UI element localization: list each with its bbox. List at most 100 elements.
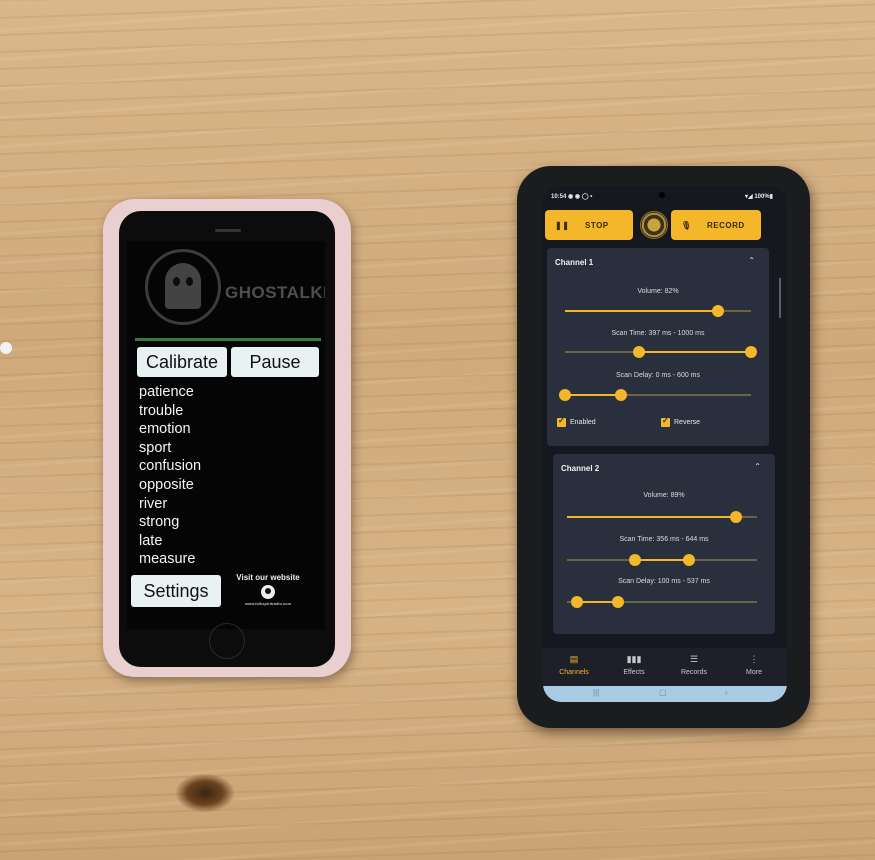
settings-button[interactable]: Settings — [131, 575, 221, 607]
ghostalker-screen: GHOSTALKER Calibrate Pause patience trou… — [127, 241, 325, 629]
tab-channels[interactable]: ▤ Channels — [549, 654, 599, 676]
stop-button[interactable]: ❚❚ STOP — [545, 210, 633, 240]
tab-records[interactable]: ☰ Records — [669, 654, 719, 676]
scan-time-min-thumb[interactable] — [628, 554, 641, 566]
scan-delay-slider[interactable] — [567, 596, 757, 608]
stop-label: STOP — [585, 221, 609, 230]
microphone-icon: 🎙 — [681, 221, 692, 230]
scan-time-label: Scan Time: 356 ms - 644 ms — [619, 536, 709, 543]
left-phone-body: GHOSTALKER Calibrate Pause patience trou… — [119, 211, 335, 667]
brand-name: GHOSTALKER — [225, 283, 325, 302]
list-item: opposite — [139, 476, 194, 493]
enabled-checkbox[interactable] — [557, 416, 566, 427]
earpiece-speaker — [215, 229, 241, 232]
scan-delay-label: Scan Delay: 100 ms - 537 ms — [618, 578, 710, 585]
scan-time-slider[interactable] — [567, 554, 757, 566]
scan-time-max-thumb[interactable] — [683, 554, 696, 566]
home-icon[interactable]: ▢ — [659, 688, 667, 697]
front-camera — [659, 192, 665, 198]
list-item: patience — [139, 384, 194, 400]
scan-delay-min-thumb[interactable] — [559, 389, 571, 401]
app-emblem-icon[interactable] — [640, 211, 668, 239]
channel-2-panel: Channel 2 ⌃ Volume: 89% Scan Time: 356 m… — [553, 454, 775, 634]
enabled-label: Enabled — [570, 419, 596, 426]
scan-delay-fill — [565, 394, 621, 396]
list-item: river — [139, 495, 168, 512]
scan-delay-slider[interactable] — [559, 389, 751, 401]
volume-thumb[interactable] — [711, 305, 724, 317]
back-icon[interactable]: ‹ — [725, 688, 728, 697]
word-list: patience trouble emotion sport confusion… — [139, 383, 201, 569]
chevron-up-icon[interactable]: ⌃ — [754, 462, 761, 471]
list-item: trouble — [139, 402, 184, 419]
channel-title: Channel 1 — [555, 258, 594, 267]
list-item: measure — [139, 551, 196, 568]
scan-time-max-thumb[interactable] — [745, 346, 757, 358]
volume-label: Volume: 82% — [637, 288, 679, 295]
right-phone: 10:54 ◉ ◉ ◯ • ▾◢ 100%▮ ❚❚ STOP 🎙 RECORD … — [517, 166, 810, 728]
list-item: confusion — [139, 458, 202, 475]
ghost-eye-icon — [173, 277, 180, 286]
scan-delay-max-thumb[interactable] — [614, 389, 627, 401]
top-control-bar: ❚❚ STOP 🎙 RECORD — [543, 208, 787, 244]
ghost-icon — [165, 263, 201, 309]
scan-delay-label: Scan Delay: 0 ms - 600 ms — [615, 372, 701, 379]
tab-label: Records — [680, 669, 708, 676]
volume-slider[interactable] — [565, 305, 751, 317]
list-item: emotion — [139, 421, 191, 438]
effects-icon: ▮▮▮ — [626, 654, 642, 664]
calibrate-button[interactable]: Calibrate — [137, 347, 227, 377]
more-icon: ⋮ — [749, 654, 759, 664]
system-navigation-bar: ||| ▢ ‹ — [543, 686, 787, 702]
chevron-up-icon[interactable]: ⌃ — [748, 256, 755, 265]
scan-time-fill — [634, 559, 690, 561]
scan-time-fill — [638, 351, 751, 353]
tab-label: Effects — [623, 669, 645, 676]
channel-1-panel: Channel 1 ⌃ Volume: 82% Scan Time: 397 m… — [547, 248, 769, 446]
tab-effects[interactable]: ▮▮▮ Effects — [609, 654, 659, 676]
volume-thumb[interactable] — [730, 511, 743, 523]
volume-slider[interactable] — [567, 511, 757, 523]
radio-app-screen: 10:54 ◉ ◉ ◯ • ▾◢ 100%▮ ❚❚ STOP 🎙 RECORD … — [543, 186, 787, 702]
volume-label: Volume: 89% — [643, 492, 685, 499]
scan-time-label: Scan Time: 397 ms - 1000 ms — [611, 330, 705, 337]
ghost-eye-icon — [186, 277, 193, 286]
status-bar: 10:54 ◉ ◉ ◯ • ▾◢ 100%▮ — [543, 186, 787, 204]
audio-level-line — [135, 338, 321, 341]
channel-1-options: Enabled Reverse — [557, 416, 757, 432]
record-button[interactable]: 🎙 RECORD — [671, 210, 761, 240]
website-icon — [261, 585, 275, 599]
status-time: 10:54 ◉ ◉ ◯ • — [551, 194, 593, 200]
tab-more[interactable]: ⋮ More — [729, 654, 779, 676]
pause-button[interactable]: Pause — [231, 347, 319, 377]
scan-time-slider[interactable] — [565, 346, 757, 358]
visit-website-link[interactable]: Visit our website www.folkspiritradio.co… — [231, 573, 305, 606]
list-item: sport — [139, 439, 172, 456]
scan-time-min-thumb[interactable] — [632, 346, 645, 358]
reverse-checkbox[interactable] — [661, 416, 670, 427]
volume-fill — [565, 310, 718, 312]
bottom-navigation: ▤ Channels ▮▮▮ Effects ☰ Records ⋮ More — [543, 648, 787, 686]
visit-website-label: Visit our website — [236, 573, 300, 582]
scan-delay-min-thumb[interactable] — [570, 596, 583, 608]
tab-label: Channels — [559, 669, 589, 676]
volume-fill — [567, 516, 737, 518]
reverse-label: Reverse — [674, 419, 701, 426]
list-item: late — [139, 532, 163, 549]
scrollbar[interactable] — [779, 278, 781, 318]
battery-status: ▾◢ 100%▮ — [745, 194, 773, 200]
tab-label: More — [746, 669, 762, 676]
records-icon: ☰ — [689, 654, 699, 664]
left-phone: GHOSTALKER Calibrate Pause patience trou… — [103, 199, 351, 677]
ghostalker-logo: GHOSTALKER — [145, 249, 325, 327]
pause-icon: ❚❚ — [555, 221, 570, 230]
edge-dot — [0, 342, 12, 354]
list-item: strong — [139, 514, 180, 531]
channel-title: Channel 2 — [561, 464, 600, 473]
scan-delay-max-thumb[interactable] — [611, 596, 624, 608]
record-label: RECORD — [707, 221, 745, 230]
channels-icon: ▤ — [569, 654, 579, 664]
recents-icon[interactable]: ||| — [593, 688, 599, 697]
home-button[interactable] — [209, 623, 245, 659]
website-url: www.folkspiritradio.com — [244, 601, 292, 606]
